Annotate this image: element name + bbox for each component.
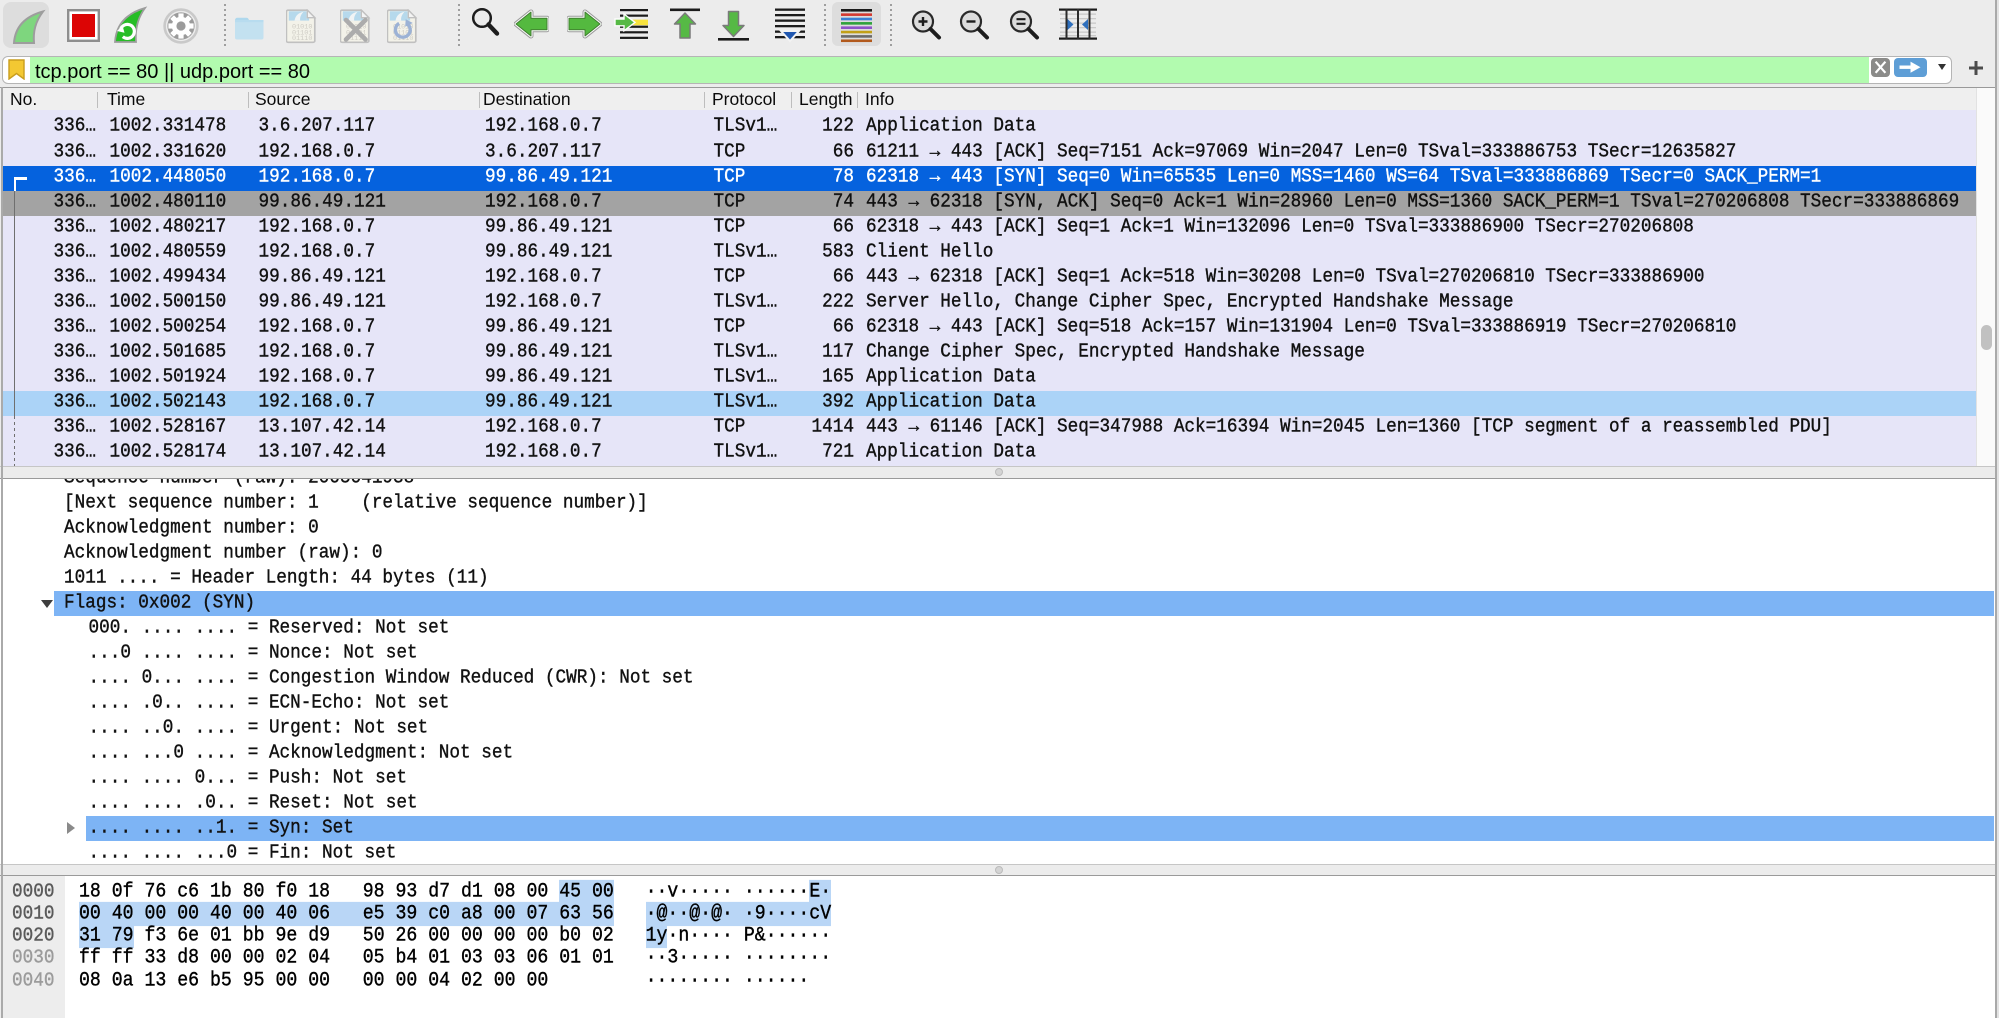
svg-text:01110: 01110: [292, 35, 312, 43]
